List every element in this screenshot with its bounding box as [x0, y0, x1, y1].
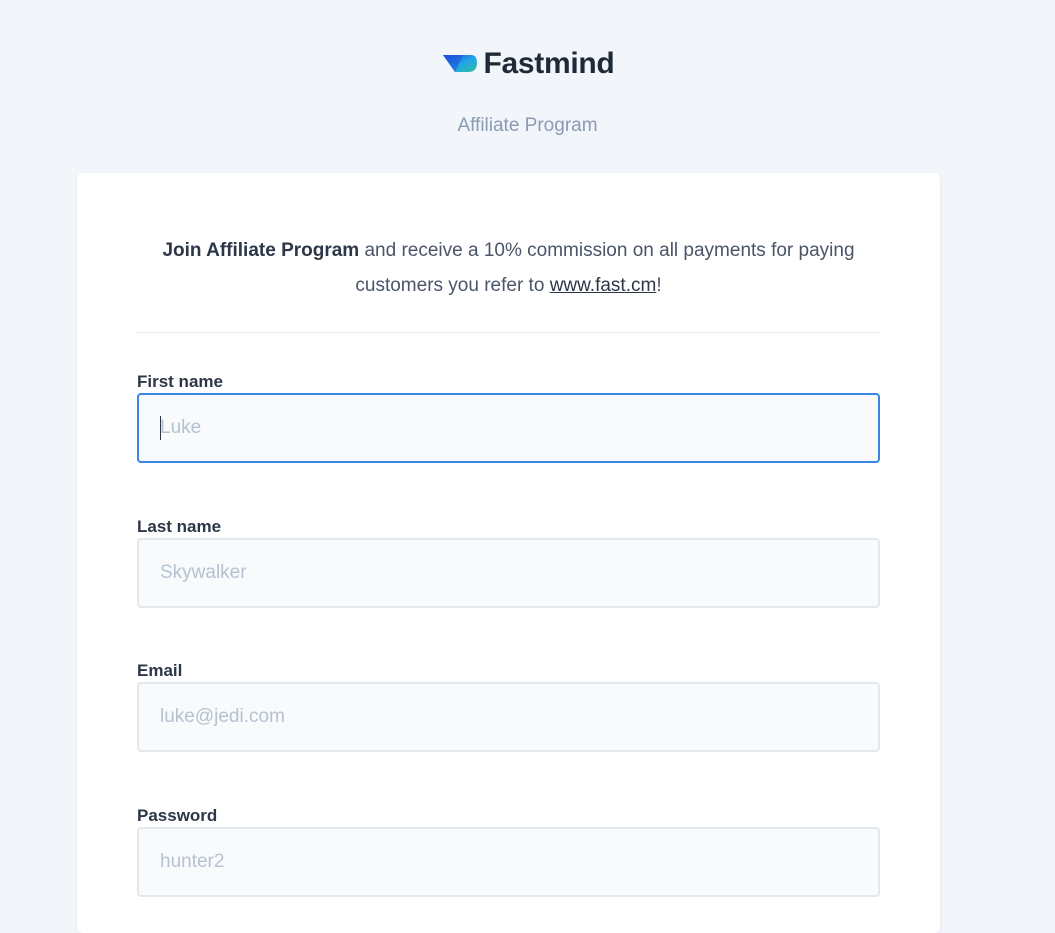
- email-input[interactable]: [137, 682, 880, 752]
- last-name-group: Last name: [137, 516, 880, 608]
- last-name-input[interactable]: [137, 538, 880, 608]
- brand-name: Fastmind: [483, 47, 615, 80]
- last-name-label: Last name: [137, 517, 222, 536]
- password-group: Password: [137, 805, 880, 897]
- intro-bold: Join Affiliate Program: [162, 240, 360, 261]
- intro-end: !: [656, 275, 662, 296]
- email-group: Email: [137, 660, 880, 752]
- divider: [137, 332, 880, 333]
- intro-text: Join Affiliate Program and receive a 10%…: [137, 233, 880, 303]
- fastmind-logo-icon: [442, 55, 477, 72]
- email-label: Email: [137, 661, 183, 680]
- first-name-label: First name: [137, 372, 223, 391]
- password-input[interactable]: [137, 827, 880, 897]
- page-subtitle: Affiliate Program: [457, 115, 598, 136]
- first-name-input[interactable]: [137, 393, 880, 463]
- brand-logo[interactable]: Fastmind: [441, 46, 615, 82]
- signup-card: Join Affiliate Program and receive a 10%…: [77, 173, 940, 933]
- first-name-group: First name: [137, 371, 880, 463]
- password-label: Password: [137, 806, 218, 825]
- fast-cm-link[interactable]: www.fast.cm: [550, 275, 657, 296]
- brand-header: Fastmind: [0, 46, 1055, 82]
- text-caret: [160, 416, 161, 440]
